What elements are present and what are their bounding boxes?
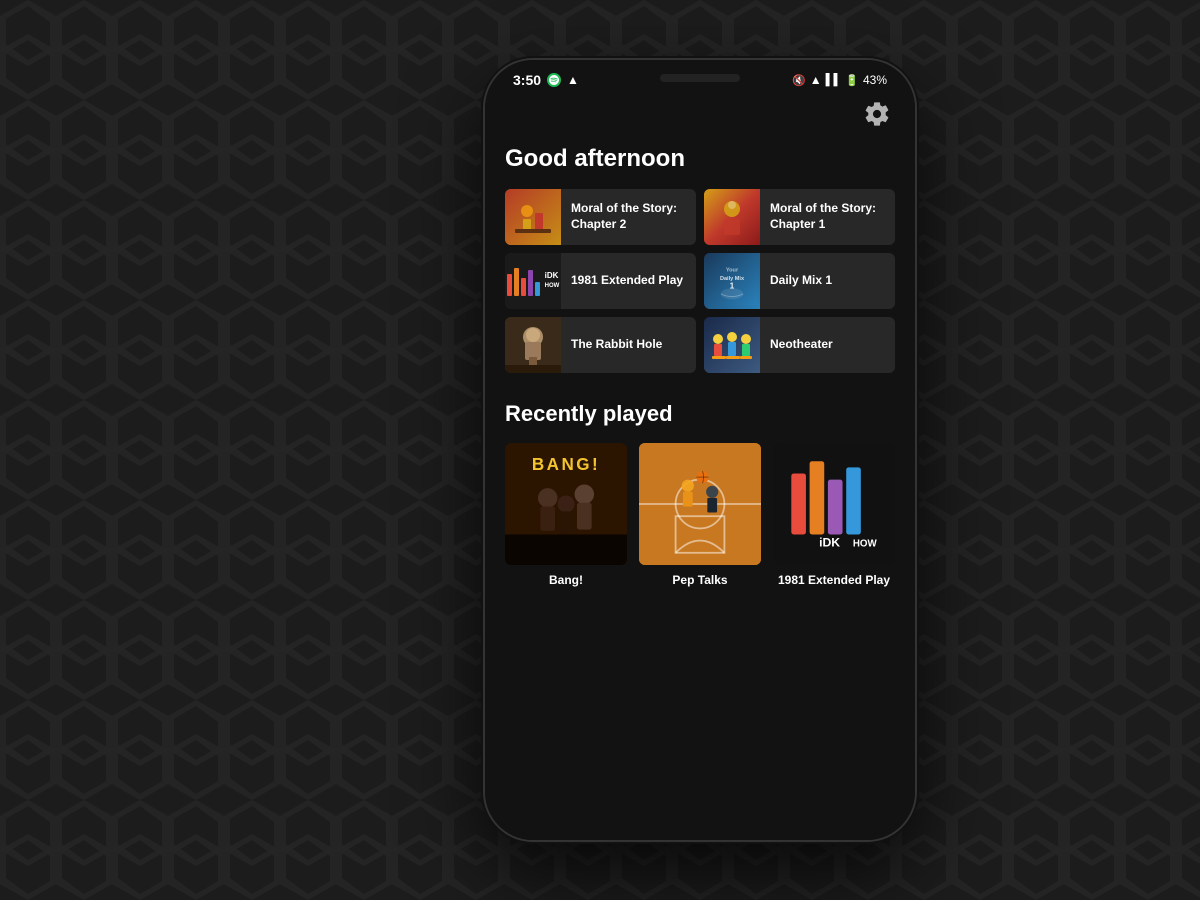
quick-item-neotheater[interactable]: Neotheater <box>704 317 895 373</box>
wifi-icon: ▲ <box>810 73 822 87</box>
settings-button[interactable] <box>863 100 891 133</box>
label-bang: Bang! <box>505 573 627 587</box>
signal-icon: ▌▌ <box>826 74 842 86</box>
quick-item-1981[interactable]: iDKHOW 1981 Extended Play <box>505 253 696 309</box>
recently-played-title: Recently played <box>505 401 895 427</box>
recently-played-row: BANG! Bang! <box>505 443 895 587</box>
art-neotheater <box>704 317 760 373</box>
svg-text:iDK: iDK <box>819 536 840 550</box>
label-1981: 1981 Extended Play <box>561 273 693 289</box>
label-moral1: Moral of the Story: Chapter 1 <box>760 201 895 232</box>
phone-camera <box>660 74 740 82</box>
quick-item-moral1[interactable]: Moral of the Story: Chapter 1 <box>704 189 895 245</box>
idk-bars <box>507 266 540 296</box>
recent-item-peptalks[interactable]: Pep Talks <box>639 443 761 587</box>
recent-item-1981ext[interactable]: iDK HOW 1981 Extended Play <box>773 443 895 587</box>
quick-picks-grid: Moral of the Story: Chapter 2 <box>505 189 895 373</box>
quick-item-dailymix1[interactable]: Your Daily Mix 1 Daily Mix 1 <box>704 253 895 309</box>
phone-device: 3:50 ▲ 🔇 ▲ ▌▌ 🔋 43% <box>485 60 915 840</box>
battery-percent: 43% <box>863 73 887 87</box>
art-moral2 <box>505 189 561 245</box>
quick-item-rabbit[interactable]: The Rabbit Hole <box>505 317 696 373</box>
spotify-icon <box>547 73 561 87</box>
greeting-title: Good afternoon <box>505 145 895 173</box>
mute-icon: 🔇 <box>792 74 806 87</box>
art-1981: iDKHOW <box>505 253 561 309</box>
label-peptalks: Pep Talks <box>639 573 761 587</box>
label-moral2: Moral of the Story: Chapter 2 <box>561 201 696 232</box>
art-bang-large: BANG! <box>505 443 627 565</box>
art-moral1 <box>704 189 760 245</box>
status-right: 🔇 ▲ ▌▌ 🔋 43% <box>792 73 887 87</box>
header-row <box>505 100 895 133</box>
phone-screen: 3:50 ▲ 🔇 ▲ ▌▌ 🔋 43% <box>485 60 915 840</box>
main-content: Good afternoon <box>485 96 915 831</box>
art-1981-large: iDK HOW <box>773 443 895 565</box>
label-1981ext: 1981 Extended Play <box>773 573 895 587</box>
recent-item-bang[interactable]: BANG! Bang! <box>505 443 627 587</box>
quick-item-moral2[interactable]: Moral of the Story: Chapter 2 <box>505 189 696 245</box>
label-neotheater: Neotheater <box>760 337 843 353</box>
label-rabbit: The Rabbit Hole <box>561 337 672 353</box>
status-left: 3:50 ▲ <box>513 72 579 88</box>
svg-text:Your: Your <box>726 268 739 274</box>
battery-icon: 🔋 <box>845 74 859 87</box>
time-display: 3:50 <box>513 72 541 88</box>
svg-text:HOW: HOW <box>853 539 878 550</box>
art-dailymix: Your Daily Mix 1 <box>704 253 760 309</box>
art-rabbit <box>505 317 561 373</box>
svg-text:BANG!: BANG! <box>532 455 600 474</box>
label-dailymix1: Daily Mix 1 <box>760 273 842 289</box>
nav-indicator: ▲ <box>567 73 579 87</box>
art-peptalks-large <box>639 443 761 565</box>
